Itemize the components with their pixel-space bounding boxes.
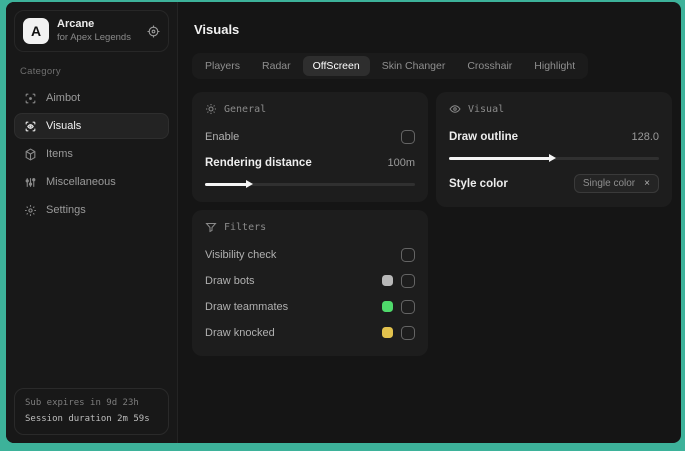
- sun-icon: [205, 103, 217, 115]
- general-panel-header: General: [205, 103, 415, 115]
- tab-skin-changer[interactable]: Skin Changer: [372, 56, 456, 76]
- sidebar-item-label: Settings: [46, 204, 86, 216]
- tab-highlight[interactable]: Highlight: [524, 56, 585, 76]
- draw-knocked-checkbox[interactable]: [401, 325, 415, 340]
- draw-knocked-color-swatch[interactable]: [382, 327, 393, 338]
- enable-checkbox[interactable]: [401, 129, 415, 144]
- tab-crosshair[interactable]: Crosshair: [457, 56, 522, 76]
- crosshair-target-icon[interactable]: [147, 25, 160, 38]
- slider-thumb[interactable]: [548, 154, 556, 163]
- draw-outline-slider[interactable]: [449, 153, 659, 163]
- enable-row: Enable: [205, 126, 415, 147]
- tag-remove-icon[interactable]: ×: [644, 178, 650, 189]
- draw-teammates-row: Draw teammates: [205, 296, 415, 317]
- general-panel-title: General: [224, 103, 267, 115]
- gear-icon: [24, 204, 37, 217]
- visual-panel-title: Visual: [468, 103, 505, 115]
- rendering-distance-row: Rendering distance 100m: [205, 152, 415, 173]
- visual-panel-header: Visual: [449, 103, 659, 115]
- draw-outline-label: Draw outline: [449, 130, 519, 143]
- draw-teammates-color-swatch[interactable]: [382, 301, 393, 312]
- sidebar-item-label: Miscellaneous: [46, 176, 116, 188]
- brand-text: Arcane for Apex Legends: [57, 18, 139, 44]
- sidebar-item-aimbot[interactable]: Aimbot: [14, 85, 169, 111]
- draw-knocked-label: Draw knocked: [205, 326, 275, 339]
- sidebar-item-settings[interactable]: Settings: [14, 197, 169, 223]
- page-title: Visuals: [194, 22, 240, 37]
- visibility-check-label: Visibility check: [205, 248, 277, 261]
- app-window: A Arcane for Apex Legends Category Aimbo…: [6, 2, 681, 443]
- draw-teammates-checkbox[interactable]: [401, 299, 415, 314]
- sub-expires-text: Sub expires in 9d 23h: [25, 398, 139, 409]
- draw-teammates-controls: [382, 299, 415, 314]
- tab-players[interactable]: Players: [195, 56, 250, 76]
- left-column: General Enable Rendering distance 100m F…: [192, 92, 428, 356]
- rendering-distance-label: Rendering distance: [205, 156, 312, 169]
- app-subtitle: for Apex Legends: [57, 31, 131, 43]
- app-name: Arcane: [57, 18, 95, 31]
- visibility-check-checkbox[interactable]: [401, 247, 415, 262]
- sidebar-item-items[interactable]: Items: [14, 141, 169, 167]
- draw-bots-controls: [382, 273, 415, 288]
- app-logo: A: [23, 18, 49, 44]
- draw-bots-checkbox[interactable]: [401, 273, 415, 288]
- general-panel: General Enable Rendering distance 100m: [192, 92, 428, 202]
- eye-scan-icon: [24, 120, 37, 133]
- sidebar-item-label: Aimbot: [46, 92, 81, 104]
- visibility-check-row: Visibility check: [205, 244, 415, 265]
- style-color-label: Style color: [449, 177, 508, 190]
- sidebar-item-label: Items: [46, 148, 73, 160]
- funnel-icon: [205, 221, 217, 233]
- tab-bar: Players Radar OffScreen Skin Changer Cro…: [192, 53, 589, 79]
- draw-bots-label: Draw bots: [205, 274, 255, 287]
- draw-bots-color-swatch[interactable]: [382, 275, 393, 286]
- style-color-row: Style color Single color ×: [449, 173, 659, 194]
- style-color-tag[interactable]: Single color ×: [573, 174, 659, 193]
- eye-icon: [449, 103, 461, 115]
- draw-outline-value: 128.0: [631, 130, 659, 143]
- sidebar-item-visuals[interactable]: Visuals: [14, 113, 169, 139]
- brand-card: A Arcane for Apex Legends: [14, 10, 169, 52]
- draw-knocked-controls: [382, 325, 415, 340]
- style-color-tag-text: Single color: [582, 178, 636, 189]
- session-duration-text: Session duration 2m 59s: [25, 413, 150, 424]
- filters-panel-title: Filters: [224, 221, 267, 233]
- sliders-icon: [24, 176, 37, 189]
- slider-fill: [205, 180, 253, 189]
- draw-teammates-label: Draw teammates: [205, 300, 289, 313]
- sidebar-item-miscellaneous[interactable]: Miscellaneous: [14, 169, 169, 195]
- crosshair-scan-icon: [24, 92, 37, 105]
- draw-bots-row: Draw bots: [205, 270, 415, 291]
- filters-panel: Filters Visibility check Draw bots Draw …: [192, 210, 428, 356]
- draw-knocked-row: Draw knocked: [205, 322, 415, 343]
- slider-fill: [449, 154, 556, 163]
- tab-offscreen[interactable]: OffScreen: [302, 56, 370, 76]
- enable-label: Enable: [205, 130, 240, 143]
- rendering-distance-value: 100m: [387, 156, 415, 169]
- panels-area: General Enable Rendering distance 100m F…: [192, 92, 672, 356]
- draw-outline-row: Draw outline 128.0: [449, 126, 659, 147]
- visual-panel: Visual Draw outline 128.0 Style color Si…: [436, 92, 672, 207]
- slider-thumb[interactable]: [246, 180, 253, 189]
- rendering-distance-slider[interactable]: [205, 179, 415, 189]
- tab-radar[interactable]: Radar: [252, 56, 301, 76]
- category-label: Category: [20, 66, 61, 77]
- right-column: Visual Draw outline 128.0 Style color Si…: [436, 92, 672, 356]
- filters-panel-header: Filters: [205, 221, 415, 233]
- sidebar: A Arcane for Apex Legends Category Aimbo…: [6, 2, 178, 443]
- cube-icon: [24, 147, 37, 161]
- main-content: Visuals Players Radar OffScreen Skin Cha…: [178, 2, 681, 443]
- sidebar-item-label: Visuals: [46, 120, 82, 132]
- subscription-info-box: Sub expires in 9d 23h Session duration 2…: [14, 388, 169, 435]
